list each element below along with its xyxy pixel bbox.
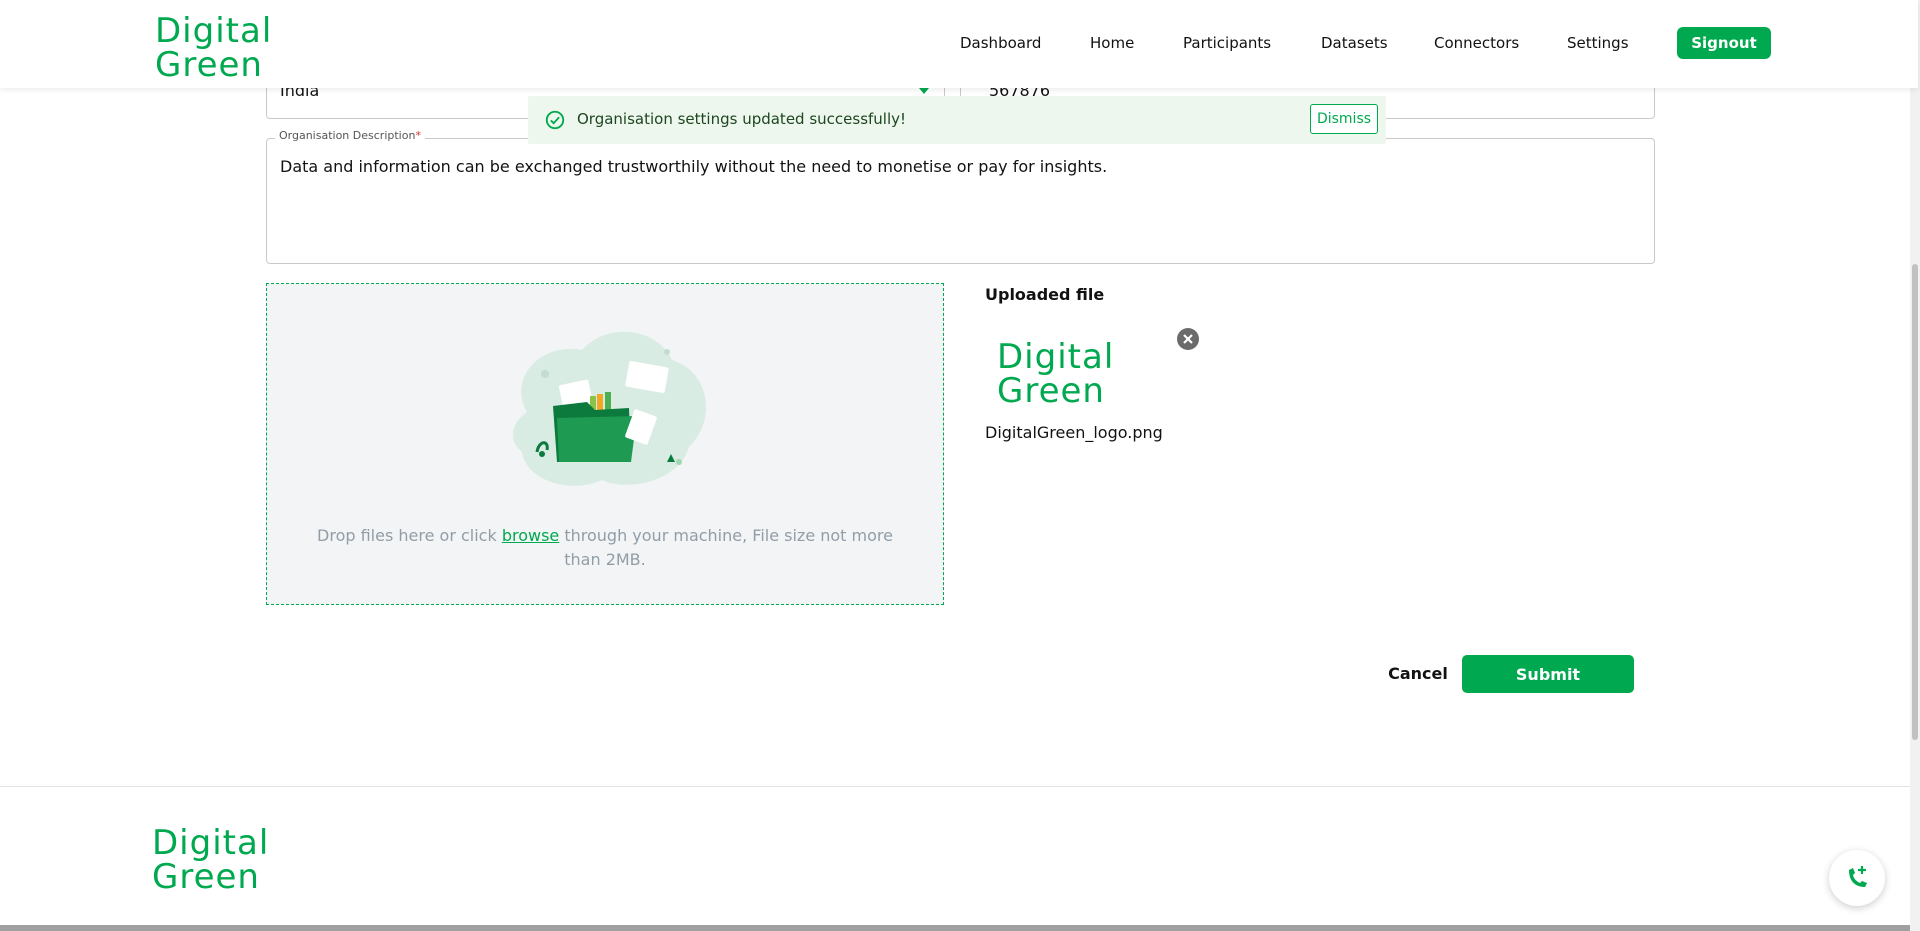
- browse-link[interactable]: browse: [502, 526, 559, 545]
- nav-settings[interactable]: Settings: [1567, 34, 1629, 52]
- scrollbar-thumb[interactable]: [1912, 264, 1918, 740]
- uploaded-file-name: DigitalGreen_logo.png: [985, 423, 1163, 442]
- phone-add-icon: [1849, 866, 1867, 887]
- nav-dashboard[interactable]: Dashboard: [960, 34, 1041, 52]
- toast-message: Organisation settings updated successful…: [577, 110, 907, 128]
- nav-home[interactable]: Home: [1090, 34, 1134, 52]
- folder-illustration-icon: [512, 331, 707, 486]
- close-circle-icon: [1183, 334, 1193, 344]
- nav-participants[interactable]: Participants: [1183, 34, 1271, 52]
- description-label: Organisation Description*: [275, 129, 425, 142]
- submit-button[interactable]: Submit: [1462, 655, 1634, 693]
- dismiss-button[interactable]: Dismiss: [1310, 104, 1378, 134]
- uploaded-logo-preview: Digital Green: [997, 337, 1115, 411]
- chevron-down-icon: [919, 88, 929, 94]
- nav-datasets[interactable]: Datasets: [1321, 34, 1388, 52]
- success-toast: Organisation settings updated successful…: [528, 96, 1386, 144]
- top-navbar: Digital Green Dashboard Home Participant…: [0, 0, 1918, 88]
- description-value: Data and information can be exchanged tr…: [280, 157, 1108, 176]
- dropzone-instructions: Drop files here or click browse through …: [317, 526, 893, 569]
- footer-divider: [0, 786, 1918, 787]
- remove-file-button[interactable]: [1177, 328, 1199, 350]
- brand-logo[interactable]: Digital Green: [155, 14, 272, 82]
- signout-button[interactable]: Signout: [1677, 27, 1771, 59]
- check-circle-icon: [545, 110, 565, 130]
- footer-logo: Digital Green: [152, 823, 270, 897]
- uploaded-file-title: Uploaded file: [985, 285, 1105, 304]
- horizontal-scrollbar[interactable]: [0, 925, 1918, 931]
- nav-connectors[interactable]: Connectors: [1434, 34, 1519, 52]
- cancel-button[interactable]: Cancel: [1380, 655, 1456, 691]
- support-call-button[interactable]: [1829, 850, 1885, 906]
